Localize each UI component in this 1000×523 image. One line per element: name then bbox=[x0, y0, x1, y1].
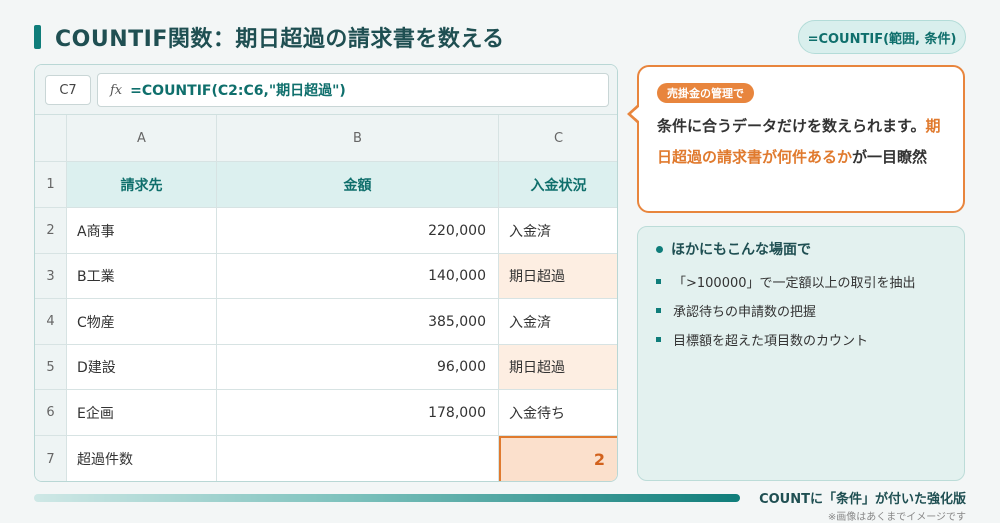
list-item: 「>100000」で一定額以上の取引を抽出 bbox=[656, 267, 956, 296]
footer-caption: COUNTに「条件」が付いた強化版 bbox=[759, 492, 966, 507]
cell-b3[interactable]: 140,000 bbox=[217, 254, 499, 299]
cell-a3[interactable]: B工業 bbox=[67, 254, 217, 299]
bullet-icon bbox=[656, 308, 661, 313]
bullet-icon bbox=[656, 337, 661, 342]
page-title: COUNTIF関数：期日超過の請求書を数える bbox=[55, 27, 505, 52]
cell-b7[interactable] bbox=[217, 436, 499, 481]
row-header-5[interactable]: 5 bbox=[35, 345, 67, 390]
title-dot-icon bbox=[656, 245, 663, 253]
page-title-bar: COUNTIF関数：期日超過の請求書を数える bbox=[34, 22, 505, 52]
cell-a5[interactable]: D建設 bbox=[67, 345, 217, 390]
list-item-text: 「>100000」で一定額以上の取引を抽出 bbox=[673, 276, 916, 291]
callout-pointer-inner bbox=[631, 106, 640, 122]
formula-text: =COUNTIF(C2:C6,"期日超過") bbox=[130, 83, 346, 99]
cell-c2[interactable]: 入金済 bbox=[499, 208, 617, 254]
column-header-c[interactable]: C bbox=[499, 115, 617, 162]
header-cell-amount[interactable]: 金額 bbox=[217, 162, 499, 208]
fx-icon: fx bbox=[110, 82, 123, 98]
row-header-6[interactable]: 6 bbox=[35, 390, 67, 436]
cell-c3[interactable]: 期日超過 bbox=[499, 254, 617, 299]
row-header-4[interactable]: 4 bbox=[35, 299, 67, 345]
cell-b2[interactable]: 220,000 bbox=[217, 208, 499, 254]
list-item: 承認待ちの申請数の把握 bbox=[656, 296, 956, 325]
explanation-callout: 売掛金の管理で 条件に合うデータだけを数えられます。期日超過の請求書が何件あるか… bbox=[637, 65, 965, 213]
column-header-a[interactable]: A bbox=[67, 115, 217, 162]
row-header-3[interactable]: 3 bbox=[35, 254, 67, 299]
title-accent-bar bbox=[34, 25, 41, 49]
callout-tag: 売掛金の管理で bbox=[657, 83, 754, 103]
list-item-text: 目標額を超えた項目数のカウント bbox=[673, 334, 869, 349]
formula-bar: C7 fx =COUNTIF(C2:C6,"期日超過") bbox=[35, 65, 617, 115]
cell-a6[interactable]: E企画 bbox=[67, 390, 217, 436]
cell-a2[interactable]: A商事 bbox=[67, 208, 217, 254]
use-cases-list: 「>100000」で一定額以上の取引を抽出 承認待ちの申請数の把握 目標額を超え… bbox=[656, 267, 956, 354]
cell-a4[interactable]: C物産 bbox=[67, 299, 217, 345]
use-cases-panel: ほかにもこんな場面で 「>100000」で一定額以上の取引を抽出 承認待ちの申請… bbox=[637, 226, 965, 481]
cell-a7[interactable]: 超過件数 bbox=[67, 436, 217, 481]
use-cases-title-text: ほかにもこんな場面で bbox=[671, 242, 811, 258]
column-header-b[interactable]: B bbox=[217, 115, 499, 162]
cell-c4[interactable]: 入金済 bbox=[499, 299, 617, 345]
header-cell-status[interactable]: 入金状況 bbox=[499, 162, 617, 208]
callout-text: 条件に合うデータだけを数えられます。期日超過の請求書が何件あるかが一目瞭然 bbox=[657, 111, 949, 173]
formula-syntax-badge: =COUNTIF(範囲, 条件) bbox=[798, 20, 966, 54]
cell-b5[interactable]: 96,000 bbox=[217, 345, 499, 390]
row-header-1[interactable]: 1 bbox=[35, 162, 67, 208]
callout-text-part1: 条件に合うデータだけを数えられます。 bbox=[657, 117, 926, 135]
cell-c5[interactable]: 期日超過 bbox=[499, 345, 617, 390]
row-header-7[interactable]: 7 bbox=[35, 436, 67, 481]
cell-b4[interactable]: 385,000 bbox=[217, 299, 499, 345]
use-cases-title: ほかにもこんな場面で bbox=[656, 239, 811, 259]
row-header-2[interactable]: 2 bbox=[35, 208, 67, 254]
header-cell-client[interactable]: 請求先 bbox=[67, 162, 217, 208]
gradient-divider bbox=[34, 494, 740, 502]
formula-input[interactable]: fx =COUNTIF(C2:C6,"期日超過") bbox=[97, 73, 609, 107]
bullet-icon bbox=[656, 279, 661, 284]
cell-c7-result[interactable]: 2 bbox=[499, 436, 617, 481]
callout-text-part2: が一目瞭然 bbox=[852, 148, 928, 166]
spreadsheet-panel: C7 fx =COUNTIF(C2:C6,"期日超過") A B C 1 請求先… bbox=[34, 64, 618, 482]
select-all-corner[interactable] bbox=[35, 115, 67, 162]
list-item: 目標額を超えた項目数のカウント bbox=[656, 325, 956, 354]
list-item-text: 承認待ちの申請数の把握 bbox=[673, 305, 817, 320]
image-disclaimer: ※画像はあくまでイメージです bbox=[827, 512, 966, 523]
name-box[interactable]: C7 bbox=[45, 75, 91, 105]
cell-b6[interactable]: 178,000 bbox=[217, 390, 499, 436]
cell-c6[interactable]: 入金待ち bbox=[499, 390, 617, 436]
